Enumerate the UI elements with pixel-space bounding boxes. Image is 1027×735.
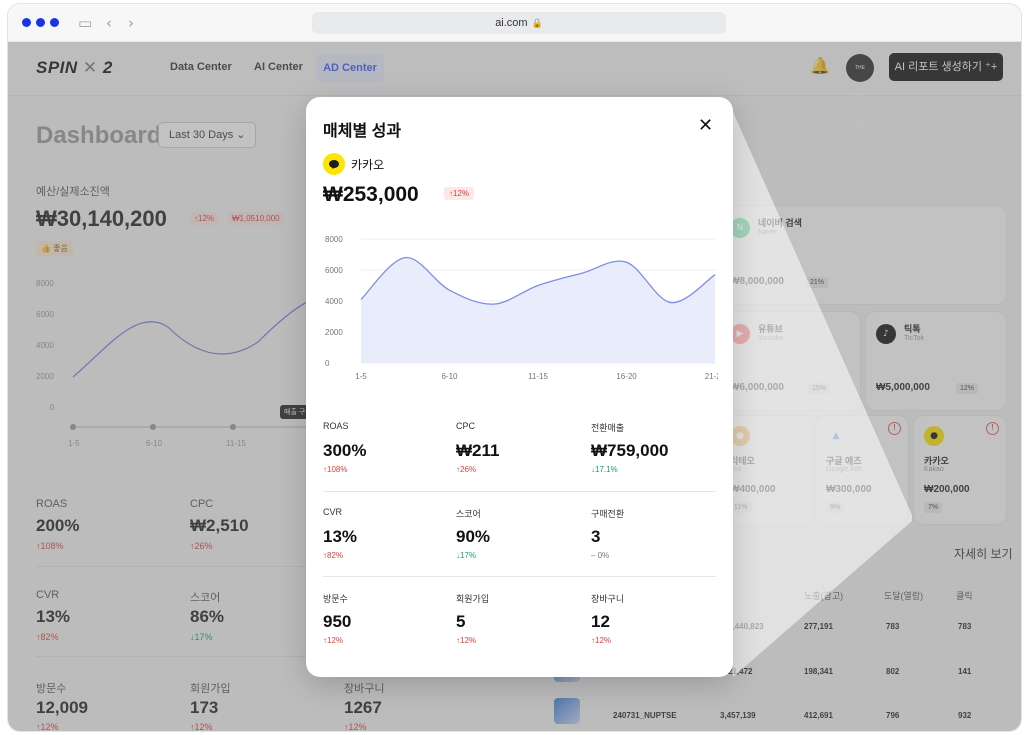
chart-x-tick: 16-20 bbox=[616, 372, 637, 381]
metric-label: 회원가입 bbox=[456, 594, 490, 604]
sidebar-toggle-icon[interactable]: ▭ bbox=[78, 14, 92, 32]
back-icon[interactable]: ‹ bbox=[106, 14, 112, 32]
metric-value: 5 bbox=[456, 612, 466, 631]
metric-change: ↑108% bbox=[323, 465, 348, 474]
chart-x-tick: 6-10 bbox=[441, 372, 458, 381]
divider bbox=[323, 576, 716, 577]
metric-label: 전환매출 bbox=[591, 423, 625, 433]
metric-label: CVR bbox=[323, 507, 343, 517]
chart-x-tick: 11-15 bbox=[528, 372, 548, 381]
chart-y-tick: 4000 bbox=[325, 297, 343, 306]
window-close-dot[interactable] bbox=[22, 18, 31, 27]
chart-x-tick: 1-5 bbox=[355, 372, 367, 381]
kakao-logo-icon bbox=[323, 153, 345, 175]
metric-label: 장바구니 bbox=[591, 594, 625, 604]
metric-value: 13% bbox=[323, 527, 358, 546]
media-name: 카카오 bbox=[351, 158, 385, 172]
browser-toolbar: ▭ ‹ › ai.com 🔒 bbox=[8, 4, 1021, 42]
metric-value: 12 bbox=[591, 612, 610, 631]
metric-change: ↓17% bbox=[456, 551, 477, 560]
chart-y-tick: 6000 bbox=[325, 266, 343, 275]
close-icon[interactable]: ✕ bbox=[698, 115, 713, 136]
divider bbox=[323, 491, 716, 492]
chart-x-tick: 21-25 bbox=[705, 372, 718, 381]
metric-change: ↑12% bbox=[456, 636, 477, 645]
media-performance-modal: 매체별 성과 ✕ 카카오 ₩253,000 ↑12% 0 2000 4000 6000… bbox=[306, 97, 733, 677]
metric-change: ↓17.1% bbox=[591, 465, 618, 474]
forward-icon[interactable]: › bbox=[128, 14, 134, 32]
chart-area-fill bbox=[361, 257, 715, 363]
lock-icon: 🔒 bbox=[531, 19, 543, 29]
metric-label: 방문수 bbox=[323, 594, 348, 604]
metric-value: ₩759,000 bbox=[591, 441, 669, 460]
metric-value: ₩211 bbox=[456, 441, 500, 460]
metric-change: ↑12% bbox=[323, 636, 344, 645]
chart-y-tick: 8000 bbox=[325, 235, 343, 244]
total-value: ₩253,000 bbox=[323, 183, 419, 206]
metric-label: ROAS bbox=[323, 421, 349, 431]
kakao-bubble-tail bbox=[331, 166, 336, 169]
metric-value: 950 bbox=[323, 612, 352, 631]
metric-change: – 0% bbox=[591, 551, 610, 560]
total-change: ↑12% bbox=[444, 187, 475, 200]
chart-y-tick: 0 bbox=[325, 359, 330, 368]
address-bar[interactable]: ai.com 🔒 bbox=[312, 12, 726, 34]
metric-change: ↑82% bbox=[323, 551, 344, 560]
window-zoom-dot[interactable] bbox=[50, 18, 59, 27]
metric-change: ↑26% bbox=[456, 465, 477, 474]
performance-chart: 0 2000 4000 6000 8000 1-5 6-10 11-15 16-20 21-25 bbox=[325, 235, 718, 381]
window-minimize-dot[interactable] bbox=[36, 18, 45, 27]
metric-value: 90% bbox=[456, 527, 491, 546]
metric-label: 스코어 bbox=[456, 509, 481, 519]
chart-y-tick: 2000 bbox=[325, 328, 343, 337]
url-text: ai.com bbox=[495, 17, 528, 29]
modal-title: 매체별 성과 bbox=[323, 123, 402, 140]
metric-change: ↑12% bbox=[591, 636, 612, 645]
metric-label: 구매전환 bbox=[591, 509, 625, 519]
metric-value: 300% bbox=[323, 441, 367, 460]
metric-value: 3 bbox=[591, 527, 601, 546]
metric-label: CPC bbox=[456, 421, 476, 431]
